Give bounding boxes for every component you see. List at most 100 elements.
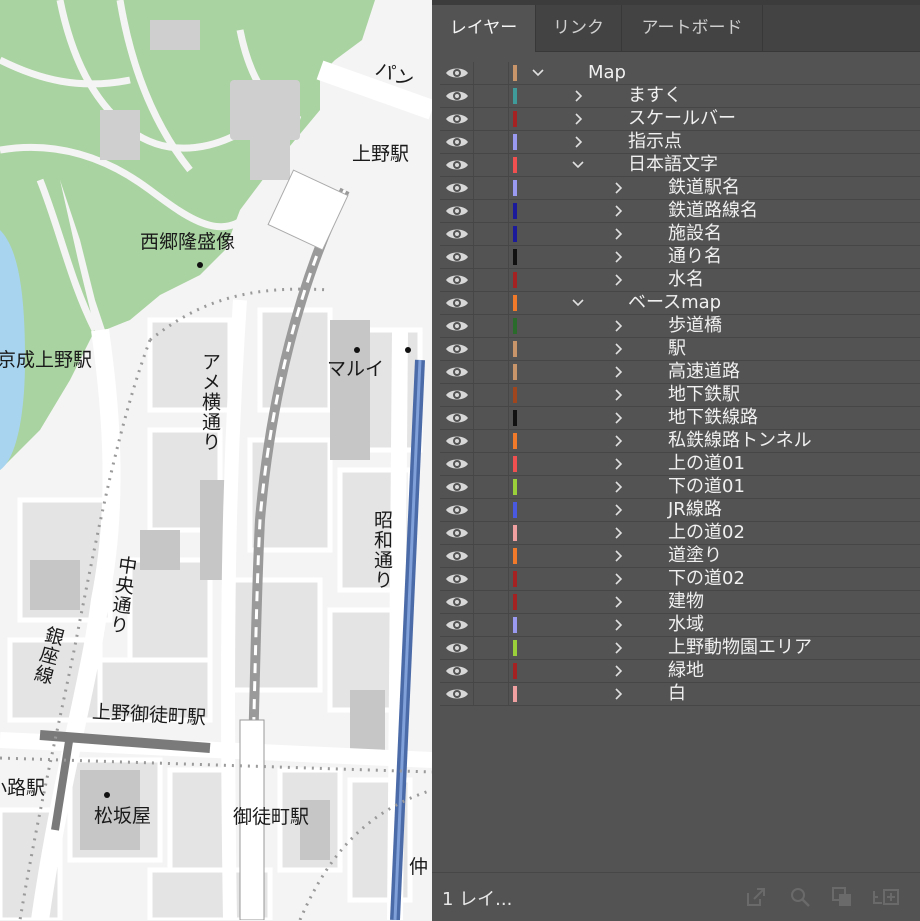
chevron-right-icon[interactable] xyxy=(572,134,584,150)
chevron-right-icon[interactable] xyxy=(612,341,624,357)
clipping-mask-icon[interactable] xyxy=(830,885,854,909)
chevron-right-icon[interactable] xyxy=(612,249,624,265)
visibility-eye-icon[interactable] xyxy=(445,457,469,471)
chevron-right-icon[interactable] xyxy=(612,387,624,403)
visibility-eye-icon[interactable] xyxy=(445,388,469,402)
chevron-right-icon[interactable] xyxy=(612,180,624,196)
visibility-eye-icon[interactable] xyxy=(445,319,469,333)
chevron-right-icon[interactable] xyxy=(612,456,624,472)
layer-row[interactable]: 上の道01 xyxy=(440,453,920,476)
column-divider xyxy=(473,637,474,659)
visibility-eye-icon[interactable] xyxy=(445,204,469,218)
chevron-right-icon[interactable] xyxy=(612,226,624,242)
layer-row[interactable]: JR線路 xyxy=(440,499,920,522)
chevron-down-icon[interactable] xyxy=(572,157,584,173)
layer-name: 緑地 xyxy=(668,660,704,681)
visibility-eye-icon[interactable] xyxy=(445,572,469,586)
layer-row[interactable]: 下の道02 xyxy=(440,568,920,591)
layer-row[interactable]: 上の道02 xyxy=(440,522,920,545)
layer-row[interactable]: ベースmap xyxy=(440,292,920,315)
column-divider xyxy=(473,568,474,590)
chevron-right-icon[interactable] xyxy=(612,502,624,518)
layer-row[interactable]: 上野動物園エリア xyxy=(440,637,920,660)
layer-row[interactable]: 鉄道路線名 xyxy=(440,200,920,223)
chevron-right-icon[interactable] xyxy=(612,594,624,610)
layer-color-swatch xyxy=(513,640,517,656)
layer-color-swatch xyxy=(513,663,517,679)
chevron-right-icon[interactable] xyxy=(612,479,624,495)
layer-row[interactable]: 施設名 xyxy=(440,223,920,246)
layer-row[interactable]: Map xyxy=(440,62,920,85)
chevron-right-icon[interactable] xyxy=(612,571,624,587)
layer-row[interactable]: スケールバー xyxy=(440,108,920,131)
visibility-eye-icon[interactable] xyxy=(445,526,469,540)
chevron-right-icon[interactable] xyxy=(612,617,624,633)
new-sublayer-icon[interactable] xyxy=(872,885,902,909)
layer-row[interactable]: 駅 xyxy=(440,338,920,361)
visibility-eye-icon[interactable] xyxy=(445,158,469,172)
visibility-eye-icon[interactable] xyxy=(445,66,469,80)
layer-row[interactable]: 道塗り xyxy=(440,545,920,568)
chevron-down-icon[interactable] xyxy=(532,65,544,81)
layer-row[interactable]: 日本語文字 xyxy=(440,154,920,177)
layer-row[interactable]: 水域 xyxy=(440,614,920,637)
visibility-eye-icon[interactable] xyxy=(445,641,469,655)
column-divider xyxy=(473,62,474,84)
visibility-eye-icon[interactable] xyxy=(445,296,469,310)
chevron-right-icon[interactable] xyxy=(612,525,624,541)
layer-row[interactable]: ますく xyxy=(440,85,920,108)
visibility-eye-icon[interactable] xyxy=(445,181,469,195)
layer-row[interactable]: 通り名 xyxy=(440,246,920,269)
visibility-eye-icon[interactable] xyxy=(445,411,469,425)
layer-row[interactable]: 歩道橋 xyxy=(440,315,920,338)
layer-row[interactable]: 下の道01 xyxy=(440,476,920,499)
chevron-right-icon[interactable] xyxy=(572,88,584,104)
visibility-eye-icon[interactable] xyxy=(445,434,469,448)
layer-row[interactable]: 水名 xyxy=(440,269,920,292)
tab-layers[interactable]: レイヤー xyxy=(432,5,536,52)
chevron-right-icon[interactable] xyxy=(612,203,624,219)
chevron-right-icon[interactable] xyxy=(612,640,624,656)
visibility-eye-icon[interactable] xyxy=(445,89,469,103)
visibility-eye-icon[interactable] xyxy=(445,273,469,287)
chevron-right-icon[interactable] xyxy=(572,111,584,127)
chevron-right-icon[interactable] xyxy=(612,410,624,426)
tab-links[interactable]: リンク xyxy=(536,5,622,51)
chevron-right-icon[interactable] xyxy=(612,318,624,334)
visibility-eye-icon[interactable] xyxy=(445,480,469,494)
visibility-eye-icon[interactable] xyxy=(445,365,469,379)
layer-row[interactable]: 高速道路 xyxy=(440,361,920,384)
chevron-down-icon[interactable] xyxy=(572,295,584,311)
chevron-right-icon[interactable] xyxy=(612,663,624,679)
layer-row[interactable]: 私鉄線路トンネル xyxy=(440,430,920,453)
layer-color-swatch xyxy=(513,226,517,242)
layer-row[interactable]: 地下鉄線路 xyxy=(440,407,920,430)
chevron-right-icon[interactable] xyxy=(612,433,624,449)
visibility-eye-icon[interactable] xyxy=(445,503,469,517)
visibility-eye-icon[interactable] xyxy=(445,549,469,563)
visibility-eye-icon[interactable] xyxy=(445,595,469,609)
map-canvas[interactable]: パン 上野駅 西郷隆盛像 京成上野駅 アメ横通り マルイ 昭和通り 中央通り 銀… xyxy=(0,0,432,920)
chevron-right-icon[interactable] xyxy=(612,364,624,380)
tab-artboards[interactable]: アートボード xyxy=(622,5,763,51)
layer-row[interactable]: 鉄道駅名 xyxy=(440,177,920,200)
chevron-right-icon[interactable] xyxy=(612,686,624,702)
visibility-eye-icon[interactable] xyxy=(445,342,469,356)
visibility-eye-icon[interactable] xyxy=(445,687,469,701)
layer-row[interactable]: 地下鉄駅 xyxy=(440,384,920,407)
layer-row[interactable]: 建物 xyxy=(440,591,920,614)
layer-row[interactable]: 指示点 xyxy=(440,131,920,154)
column-divider xyxy=(508,338,509,360)
visibility-eye-icon[interactable] xyxy=(445,135,469,149)
layer-row[interactable]: 白 xyxy=(440,683,920,706)
visibility-eye-icon[interactable] xyxy=(445,618,469,632)
chevron-right-icon[interactable] xyxy=(612,548,624,564)
visibility-eye-icon[interactable] xyxy=(445,227,469,241)
chevron-right-icon[interactable] xyxy=(612,272,624,288)
visibility-eye-icon[interactable] xyxy=(445,112,469,126)
layer-row[interactable]: 緑地 xyxy=(440,660,920,683)
search-icon[interactable] xyxy=(788,885,812,909)
visibility-eye-icon[interactable] xyxy=(445,250,469,264)
visibility-eye-icon[interactable] xyxy=(445,664,469,678)
export-icon[interactable] xyxy=(744,885,768,909)
